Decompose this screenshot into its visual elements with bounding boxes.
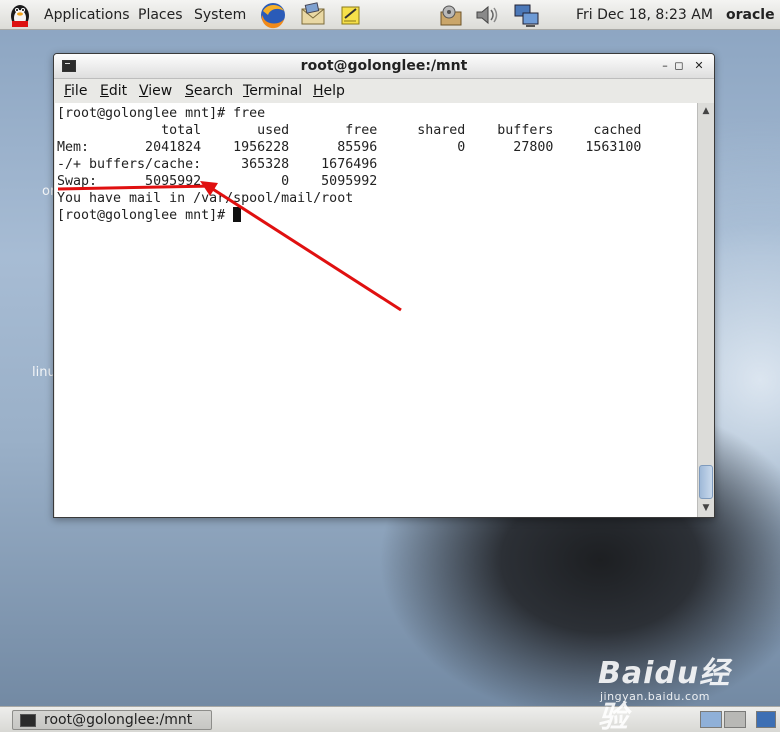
baidu-watermark: Baidu经验 jingyan.baidu.com (598, 648, 748, 732)
trash-icon[interactable] (756, 711, 776, 728)
scrollbar-thumb[interactable] (699, 465, 713, 499)
tux-logo-icon[interactable] (6, 2, 34, 29)
menu-view[interactable]: View (139, 83, 172, 99)
menu-help[interactable]: Help (313, 83, 345, 99)
free-buffers-cache-row: -/+ buffers/cache: 365328 1676496 (57, 157, 378, 172)
window-menubar: File Edit View Search Terminal Help (54, 80, 714, 102)
terminal-window: root@golonglee:/mnt – ◻ ✕ File Edit View… (53, 53, 715, 518)
user-menu[interactable]: oracle (726, 7, 775, 23)
window-titlebar[interactable]: root@golonglee:/mnt – ◻ ✕ (54, 54, 714, 79)
terminal-screen[interactable]: [root@golonglee mnt]# free total used fr… (55, 103, 697, 517)
free-header-row: total used free shared buffers cached (57, 123, 642, 138)
terminal-line: [root@golonglee mnt]# free (57, 105, 265, 122)
window-title: root@golonglee:/mnt (300, 58, 468, 74)
firefox-icon[interactable] (258, 1, 288, 29)
clock[interactable]: Fri Dec 18, 8:23 AM (576, 7, 713, 23)
terminal-icon (20, 714, 36, 727)
mail-icon[interactable] (298, 1, 328, 29)
menu-places[interactable]: Places (138, 7, 183, 23)
vertical-scrollbar[interactable]: ▲ ▼ (697, 103, 714, 517)
scroll-down-arrow-icon[interactable]: ▼ (698, 501, 714, 515)
terminal-line: [root@golonglee mnt]# (57, 207, 242, 224)
free-mem-row: Mem: 2041824 1956228 85596 0 27800 15631… (57, 140, 642, 155)
top-panel: Applications Places System Fri Dec 18, 8… (0, 0, 780, 30)
notes-icon[interactable] (336, 1, 366, 29)
text-cursor (233, 207, 242, 222)
menu-terminal[interactable]: Terminal (243, 83, 302, 99)
network-icon[interactable] (512, 1, 542, 29)
terminal-command: free (233, 106, 266, 121)
menu-file[interactable]: File (64, 83, 87, 99)
free-swap-row: Swap: 5095992 0 5095992 (57, 174, 378, 189)
terminal-prompt: [root@golonglee mnt]# (57, 106, 234, 121)
mail-notice: You have mail in /var/spool/mail/root (57, 191, 354, 206)
watermark-url: jingyan.baidu.com (600, 690, 711, 703)
update-icon[interactable] (436, 1, 466, 29)
menu-system[interactable]: System (194, 7, 246, 23)
menu-applications[interactable]: Applications (44, 7, 130, 23)
menu-search[interactable]: Search (185, 83, 233, 99)
taskbar-label: root@golonglee:/mnt (44, 712, 193, 728)
menu-edit[interactable]: Edit (100, 83, 127, 99)
maximize-button[interactable]: ◻ (671, 58, 687, 74)
scroll-up-arrow-icon[interactable]: ▲ (698, 104, 714, 118)
terminal-prompt: [root@golonglee mnt]# (57, 208, 234, 223)
close-button[interactable]: ✕ (691, 58, 707, 74)
volume-icon[interactable] (472, 1, 502, 29)
taskbar-button-terminal[interactable]: root@golonglee:/mnt (12, 710, 212, 730)
